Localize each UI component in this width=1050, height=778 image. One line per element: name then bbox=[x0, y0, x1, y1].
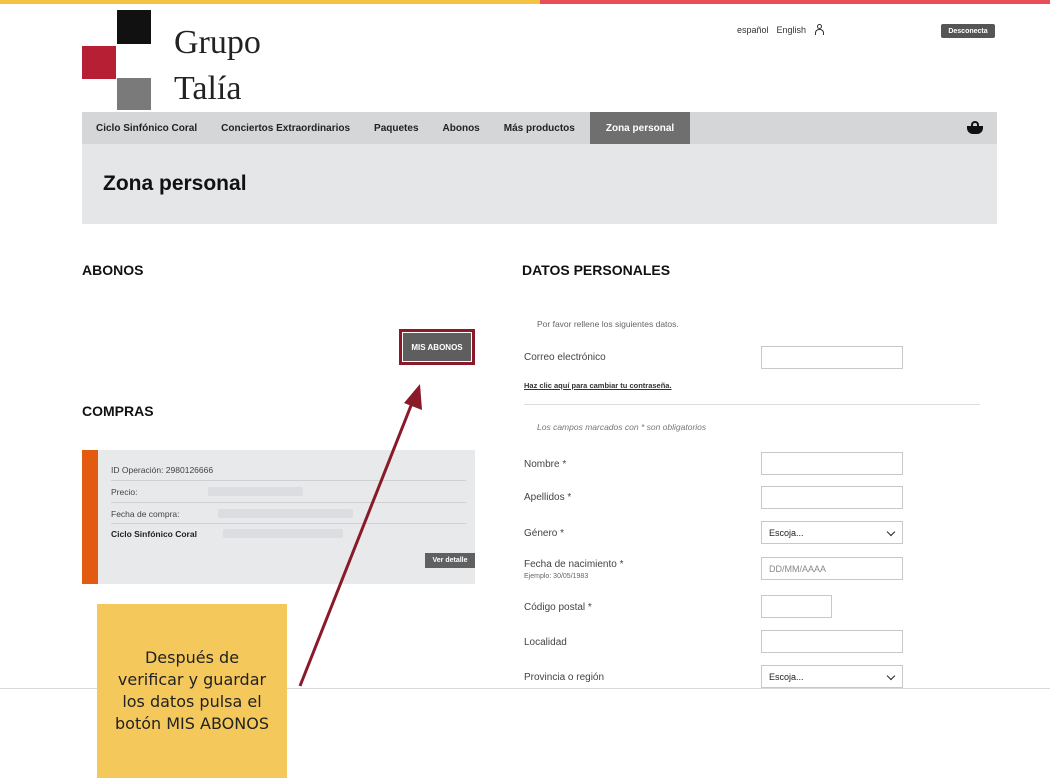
logo-square-gray bbox=[117, 78, 151, 110]
compras-title: COMPRAS bbox=[82, 403, 154, 419]
chevron-down-icon bbox=[886, 671, 896, 681]
nav-item-ciclo[interactable]: Ciclo Sinfónico Coral bbox=[82, 112, 209, 144]
apellidos-label: Apellidos * bbox=[524, 492, 572, 503]
cp-field[interactable] bbox=[761, 595, 832, 618]
top-accent-yellow bbox=[0, 0, 540, 4]
redacted-date bbox=[218, 509, 353, 518]
lang-espanol-link[interactable]: español bbox=[737, 25, 769, 35]
arrow-head bbox=[404, 384, 422, 410]
datos-personales-title: DATOS PERSONALES bbox=[522, 262, 671, 278]
abonos-title: ABONOS bbox=[82, 262, 144, 278]
redacted-price bbox=[208, 487, 303, 496]
price-label: Precio: bbox=[111, 487, 138, 497]
mis-abonos-button[interactable]: MIS ABONOS bbox=[399, 329, 475, 365]
localidad-field[interactable] bbox=[761, 630, 903, 653]
operation-id: ID Operación: 2980126666 bbox=[111, 465, 214, 475]
lang-english-link[interactable]: English bbox=[777, 25, 807, 35]
basket-icon[interactable] bbox=[967, 121, 983, 135]
ver-detalle-button[interactable]: Ver detalle bbox=[425, 553, 475, 568]
nav-item-mas-productos[interactable]: Más productos bbox=[492, 112, 587, 144]
nombre-field[interactable] bbox=[761, 452, 903, 475]
page-banner: Zona personal bbox=[82, 144, 997, 224]
required-note: Los campos marcados con * son obligatori… bbox=[537, 422, 707, 432]
card-divider bbox=[111, 523, 466, 524]
main-nav: Ciclo Sinfónico Coral Conciertos Extraor… bbox=[82, 112, 997, 144]
nav-item-zona-personal[interactable]: Zona personal bbox=[589, 112, 691, 144]
card-divider bbox=[111, 502, 466, 503]
product-name: Ciclo Sinfónico Coral bbox=[111, 529, 197, 539]
nav-item-conciertos[interactable]: Conciertos Extraordinarios bbox=[209, 112, 362, 144]
grupo-talia-logo[interactable]: Grupo Talía bbox=[82, 10, 302, 110]
chevron-down-icon bbox=[886, 527, 896, 537]
cp-label: Código postal * bbox=[524, 602, 592, 613]
fecha-label: Fecha de nacimiento * bbox=[524, 559, 624, 570]
provincia-label: Provincia o región bbox=[524, 672, 605, 683]
genero-label: Género * bbox=[524, 528, 565, 539]
fecha-example: Ejemplo: 30/05/1983 bbox=[524, 573, 589, 580]
user-icon[interactable] bbox=[814, 24, 825, 36]
localidad-label: Localidad bbox=[524, 637, 567, 648]
provincia-select[interactable]: Escoja... bbox=[761, 665, 903, 688]
disconnect-button[interactable]: Desconecta bbox=[941, 24, 995, 38]
card-divider bbox=[111, 480, 466, 481]
redacted-product bbox=[223, 529, 343, 538]
date-label: Fecha de compra: bbox=[111, 509, 180, 519]
instruction-annotation: Después de verificar y guardar los datos… bbox=[97, 604, 287, 778]
nav-item-paquetes[interactable]: Paquetes bbox=[362, 112, 430, 144]
email-field[interactable] bbox=[761, 346, 903, 369]
annotation-text: Después de verificar y guardar los datos… bbox=[115, 648, 269, 733]
genero-select[interactable]: Escoja... bbox=[761, 521, 903, 544]
fecha-field[interactable]: DD/MM/AAAA bbox=[761, 557, 903, 580]
language-switcher: español English bbox=[737, 24, 825, 36]
apellidos-field[interactable] bbox=[761, 486, 903, 509]
genero-selected-value: Escoja... bbox=[769, 527, 804, 538]
form-intro: Por favor rellene los siguientes datos. bbox=[537, 319, 679, 329]
top-accent-red bbox=[540, 0, 1050, 4]
form-divider bbox=[524, 404, 980, 405]
logo-square-red bbox=[82, 46, 116, 79]
logo-square-black bbox=[117, 10, 151, 44]
email-label: Correo electrónico bbox=[524, 352, 606, 363]
change-password-link[interactable]: Haz clic aquí para cambiar tu contraseña… bbox=[524, 381, 672, 390]
provincia-selected-value: Escoja... bbox=[769, 671, 804, 682]
logo-text-talia: Talía bbox=[174, 70, 242, 107]
nav-item-abonos[interactable]: Abonos bbox=[431, 112, 492, 144]
logo-text-grupo: Grupo bbox=[174, 24, 261, 61]
fecha-placeholder: DD/MM/AAAA bbox=[769, 563, 827, 574]
page-title: Zona personal bbox=[103, 172, 247, 195]
nombre-label: Nombre * bbox=[524, 459, 567, 470]
purchase-card: ID Operación: 2980126666 Precio: Fecha d… bbox=[82, 450, 475, 584]
